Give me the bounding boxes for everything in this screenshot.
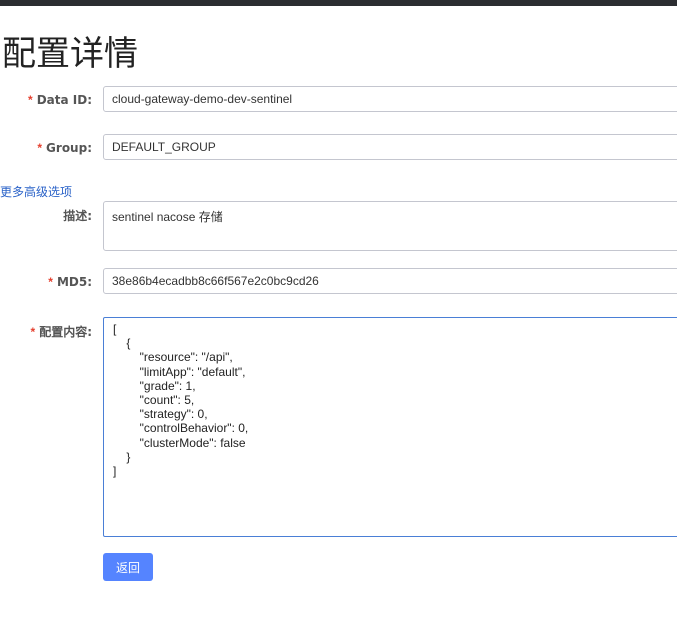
required-mark: * <box>28 93 33 107</box>
content-label-text: 配置内容: <box>39 325 92 339</box>
top-bar <box>0 0 677 6</box>
data-id-input[interactable] <box>103 86 677 112</box>
required-mark: * <box>48 275 53 289</box>
description-label: 描述: <box>63 209 92 223</box>
data-id-label: * Data ID: <box>0 93 92 107</box>
advanced-options-link[interactable]: 更多高级选项 <box>0 183 72 200</box>
back-button[interactable]: 返回 <box>103 553 153 581</box>
group-label: * Group: <box>0 141 92 155</box>
required-mark: * <box>37 141 43 155</box>
content-label: * 配置内容: <box>0 323 92 340</box>
description-textarea[interactable]: sentinel nacose 存储 <box>103 201 677 251</box>
group-label-text: Group: <box>46 141 92 155</box>
required-mark: * <box>30 325 36 339</box>
group-input[interactable] <box>103 134 677 160</box>
md5-label: * MD5: <box>0 275 92 289</box>
md5-input[interactable] <box>103 268 677 294</box>
config-content-text: [ { "resource": "/api", "limitApp": "def… <box>113 322 249 479</box>
data-id-label-text: Data ID: <box>36 93 92 107</box>
page-title: 配置详情 <box>2 34 138 74</box>
config-content-editor[interactable]: [ { "resource": "/api", "limitApp": "def… <box>103 317 677 537</box>
md5-label-text: MD5: <box>56 275 92 289</box>
